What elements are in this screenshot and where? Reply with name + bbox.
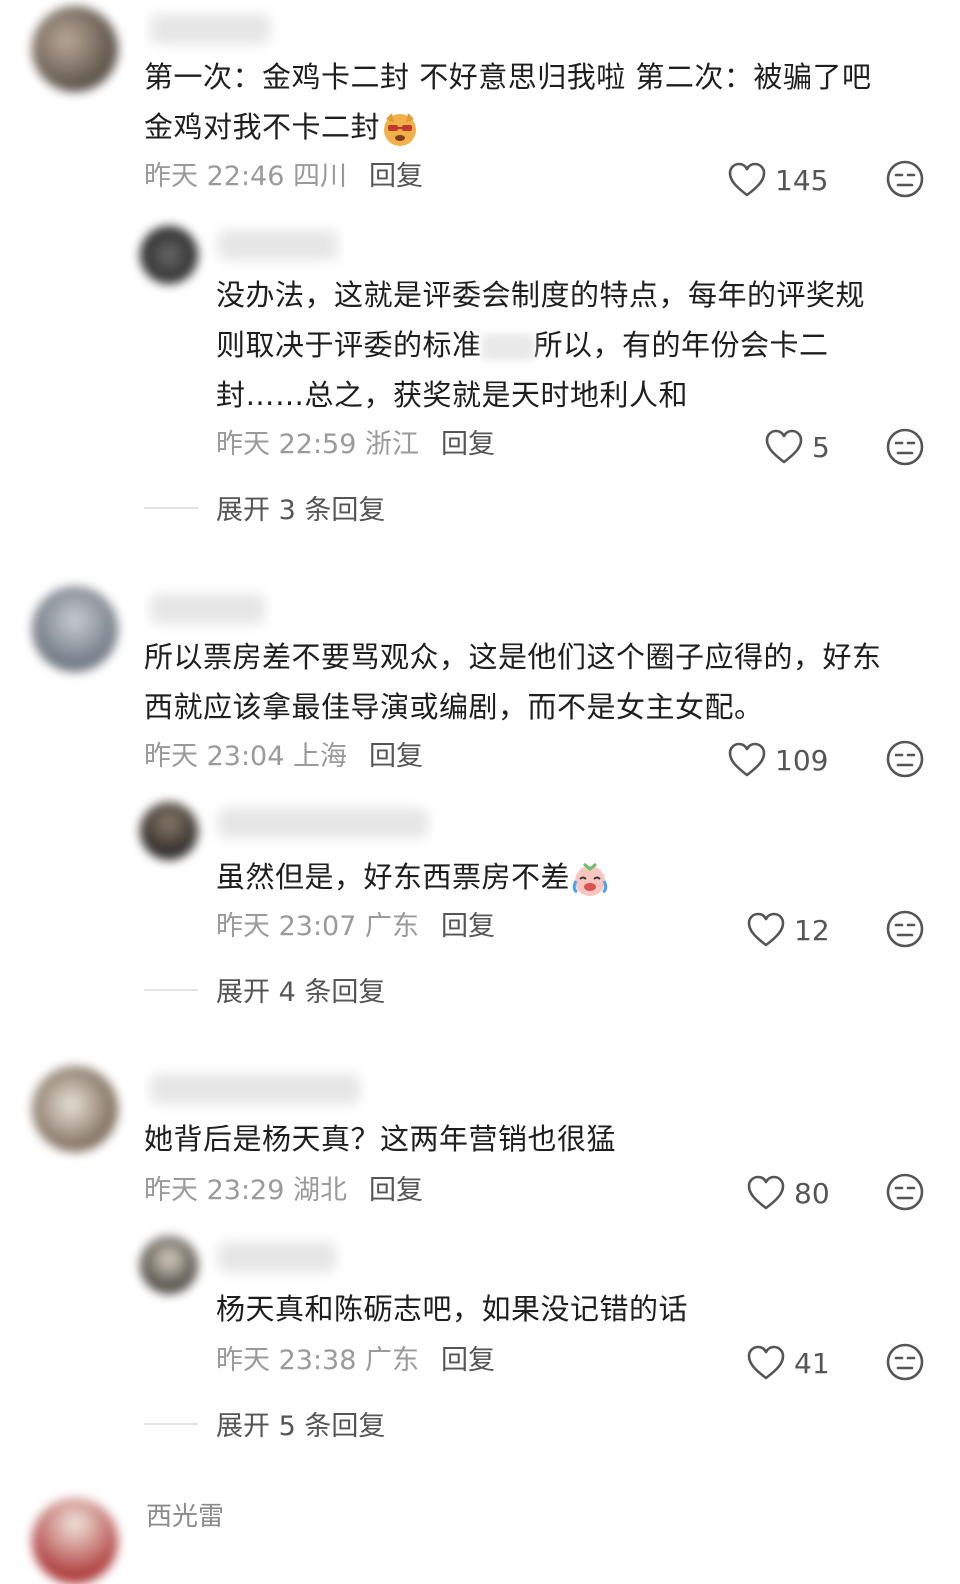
heart-outline-icon — [747, 1345, 785, 1380]
heart-outline-icon — [728, 162, 766, 197]
like-button[interactable]: 145 — [727, 160, 828, 200]
divider — [144, 506, 198, 509]
comment-text: 第一次：金鸡卡二封 不好意思归我啦 第二次：被骗了吧 金鸡对我不卡二封 — [144, 52, 934, 152]
avatar[interactable] — [32, 586, 118, 672]
like-button[interactable]: 109 — [727, 740, 828, 780]
like-count: 5 — [812, 430, 830, 464]
reply-button[interactable]: 回复 — [441, 911, 495, 942]
avatar[interactable] — [32, 1498, 118, 1584]
like-count: 109 — [775, 743, 829, 777]
comment-meta: 昨天 23:38 广东 回复 — [216, 1345, 495, 1376]
avatar[interactable] — [140, 226, 198, 284]
expand-replies-label: 展开 4 条回复 — [216, 977, 386, 1008]
like-count: 12 — [794, 913, 830, 947]
like-button[interactable]: 5 — [764, 427, 830, 467]
blurred-text — [481, 334, 534, 360]
reply-button[interactable]: 回复 — [369, 1175, 423, 1206]
neutral-face-icon[interactable] — [885, 1172, 925, 1212]
neutral-face-icon[interactable] — [885, 1342, 925, 1382]
reply-button[interactable]: 回复 — [369, 741, 423, 772]
neutral-face-icon[interactable] — [885, 427, 925, 467]
comment-meta: 昨天 23:04 上海 回复 — [144, 741, 423, 772]
like-button[interactable]: 41 — [746, 1343, 830, 1383]
expand-replies-label: 展开 5 条回复 — [216, 1411, 386, 1442]
neutral-face-icon[interactable] — [885, 909, 925, 949]
reply-text: 虽然但是，好东西票房不差 — [216, 852, 916, 902]
avatar[interactable] — [140, 802, 198, 860]
username-blurred[interactable] — [218, 230, 338, 260]
expand-replies-button[interactable]: 展开 4 条回复 — [144, 970, 385, 1009]
heart-outline-icon — [747, 1175, 785, 1210]
like-button[interactable]: 80 — [746, 1173, 830, 1213]
avatar[interactable] — [32, 1066, 118, 1152]
comment-meta: 昨天 22:46 四川 回复 — [144, 161, 423, 192]
expand-replies-label: 展开 3 条回复 — [216, 495, 386, 526]
like-count: 80 — [794, 1176, 830, 1210]
expand-replies-button[interactable]: 展开 3 条回复 — [144, 488, 385, 527]
username-blurred[interactable] — [150, 594, 265, 624]
comment-text: 她背后是杨天真？这两年营销也很猛 — [144, 1122, 617, 1156]
comment-text: 所以票房差不要骂观众，这是他们这个圈子应得的，好东 西就应该拿最佳导演或编剧，而… — [144, 640, 882, 724]
heart-outline-icon — [747, 912, 785, 947]
heart-outline-icon — [765, 429, 803, 464]
avatar[interactable] — [140, 1236, 198, 1294]
reply-button[interactable]: 回复 — [441, 1345, 495, 1376]
username-blurred[interactable] — [150, 14, 270, 44]
avatar[interactable] — [32, 6, 118, 92]
cool-dog-emoji — [384, 113, 417, 146]
crying-laughing-emoji — [572, 862, 608, 896]
heart-outline-icon — [728, 742, 766, 777]
like-count: 145 — [775, 163, 829, 197]
username[interactable]: 西光雷 — [146, 1500, 224, 1534]
expand-replies-button[interactable]: 展开 5 条回复 — [144, 1404, 385, 1443]
username-blurred[interactable] — [150, 1074, 360, 1104]
like-button[interactable]: 12 — [746, 910, 830, 950]
username-blurred[interactable] — [218, 1242, 336, 1272]
reply-text: 没办法，这就是评委会制度的特点，每年的评奖规 则取决于评委的标准 所以，有的年份会… — [216, 278, 866, 412]
reply-button[interactable]: 回复 — [441, 429, 495, 460]
neutral-face-icon[interactable] — [885, 159, 925, 199]
divider — [144, 1422, 198, 1425]
username-blurred[interactable] — [218, 808, 428, 838]
reply-button[interactable]: 回复 — [369, 161, 423, 192]
divider — [144, 988, 198, 991]
comment-meta: 昨天 22:59 浙江 回复 — [216, 429, 495, 460]
comment-meta: 昨天 23:29 湖北 回复 — [144, 1175, 423, 1206]
neutral-face-icon[interactable] — [885, 739, 925, 779]
like-count: 41 — [794, 1346, 830, 1380]
reply-text: 杨天真和陈砺志吧，如果没记错的话 — [216, 1292, 689, 1326]
comment-meta: 昨天 23:07 广东 回复 — [216, 911, 495, 942]
